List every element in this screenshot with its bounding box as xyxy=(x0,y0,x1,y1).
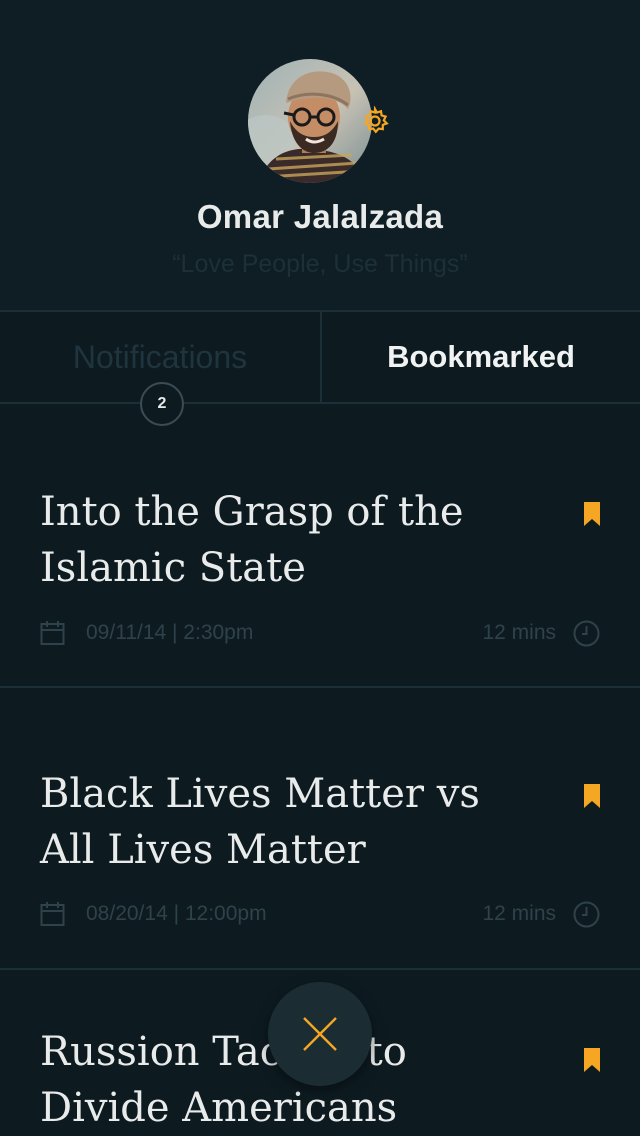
tab-bookmarked-label: Bookmarked xyxy=(387,339,575,374)
article-date: 09/11/14 | 2:30pm xyxy=(86,621,254,644)
clock-icon xyxy=(573,620,600,647)
article-title-line: Divide Americans xyxy=(40,1085,398,1131)
bookmark-icon[interactable] xyxy=(584,1048,600,1072)
article-meta: 09/11/14 | 2:30pm 12 mins xyxy=(40,619,600,649)
article-title: Into the Grasp of the Islamic State xyxy=(40,484,540,596)
article-duration: 12 mins xyxy=(482,621,556,644)
gear-icon[interactable] xyxy=(360,105,390,136)
clock-icon xyxy=(573,901,600,928)
avatar[interactable] xyxy=(248,59,372,183)
calendar-icon xyxy=(40,902,65,926)
article-title-line: Into the Grasp of the xyxy=(40,489,464,535)
article-item[interactable]: Into the Grasp of the Islamic State 09/1… xyxy=(0,406,640,688)
article-title: Black Lives Matter vs All Lives Matter xyxy=(40,766,540,878)
close-icon xyxy=(303,1017,337,1051)
profile-header: Omar Jalalzada “Love People, Use Things” xyxy=(0,0,640,310)
bookmarks-screen: Omar Jalalzada “Love People, Use Things”… xyxy=(0,0,640,1136)
bookmark-icon[interactable] xyxy=(584,502,600,526)
tab-bar: Notifications Bookmarked xyxy=(0,310,640,404)
close-button[interactable] xyxy=(268,982,372,1086)
tab-notifications-label: Notifications xyxy=(72,338,248,375)
tab-bookmarked[interactable]: Bookmarked xyxy=(320,312,640,402)
calendar-icon xyxy=(40,621,65,645)
article-meta: 08/20/14 | 12:00pm 12 mins xyxy=(40,900,600,930)
article-title-line: All Lives Matter xyxy=(40,827,366,873)
article-duration: 12 mins xyxy=(482,902,556,925)
article-item[interactable]: Black Lives Matter vs All Lives Matter 0… xyxy=(0,688,640,970)
bookmark-icon[interactable] xyxy=(584,784,600,808)
article-title-line: Islamic State xyxy=(40,545,306,591)
article-title-line: Black Lives Matter vs xyxy=(40,771,480,817)
profile-quote: “Love People, Use Things” xyxy=(172,250,468,278)
profile-name: Omar Jalalzada xyxy=(196,198,444,235)
article-date: 08/20/14 | 12:00pm xyxy=(86,902,267,925)
